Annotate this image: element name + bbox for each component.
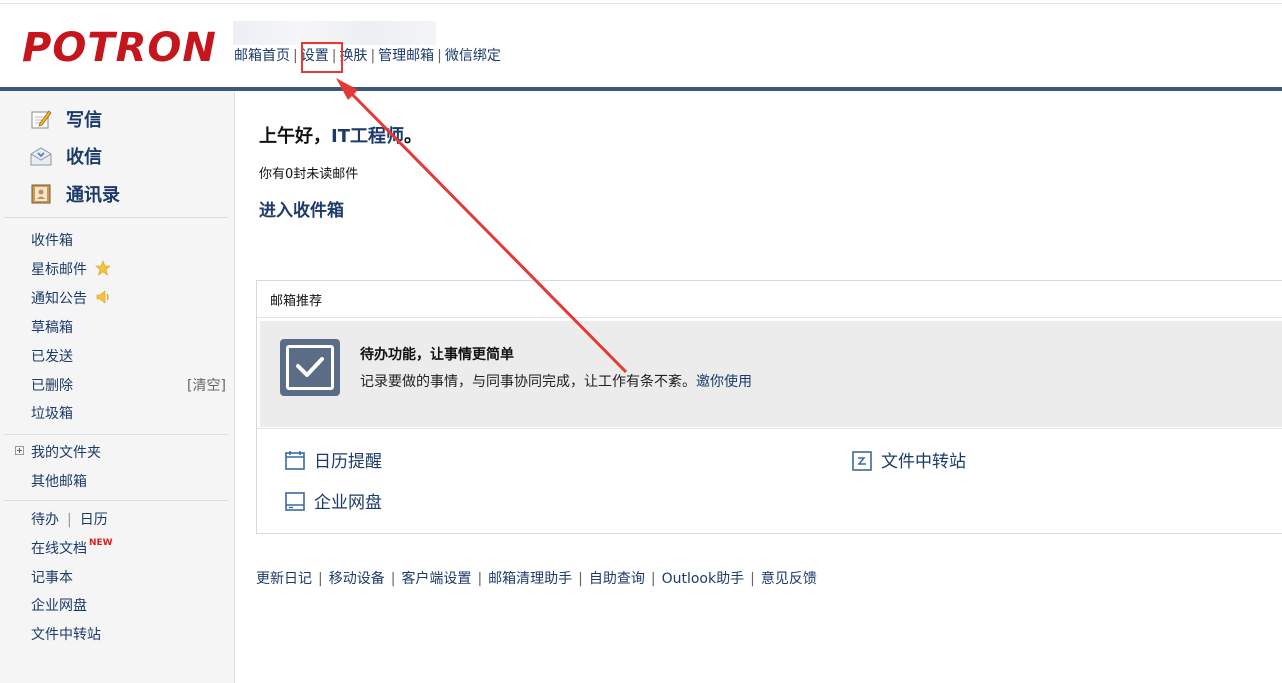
todo-link[interactable]: 待办: [31, 512, 59, 528]
compose-label: 写信: [66, 110, 102, 131]
contacts-label: 通讯录: [66, 185, 120, 206]
sidebar-divider: [4, 500, 228, 501]
unread-count-text: 你有0封未读邮件: [259, 167, 359, 182]
file-transfer-icon: [852, 450, 872, 471]
notes-link[interactable]: 记事本: [31, 568, 73, 588]
folder-spam[interactable]: 垃圾箱: [31, 404, 73, 424]
my-folders[interactable]: 我的文件夹: [31, 443, 101, 463]
folder-inbox[interactable]: 收件箱: [31, 231, 73, 251]
greeting-suffix: 。: [403, 126, 422, 147]
receive-button[interactable]: 收信: [30, 142, 102, 170]
footer-outlook[interactable]: Outlook助手: [662, 571, 745, 587]
receive-mail-icon: [30, 147, 52, 166]
compose-icon: [31, 110, 52, 129]
promo-invite-link[interactable]: 邀你使用: [696, 374, 752, 390]
top-border: [0, 3, 1282, 4]
footer-client-settings[interactable]: 客户端设置: [401, 571, 471, 587]
recommend-panel: 邮箱推荐 待办功能，让事情更简单 记录要做的事情，与同事协同完成，让工作有条不紊…: [256, 280, 1282, 534]
calendar-reminder-link[interactable]: 日历提醒: [284, 447, 382, 472]
footer-links: 更新日记 | 移动设备 | 客户端设置 | 邮箱清理助手 | 自助查询 | Outlook助手 | 意见…: [256, 571, 817, 587]
file-transfer-tool-label: 文件中转站: [881, 452, 966, 472]
file-transfer-tool-link[interactable]: 文件中转站: [851, 447, 966, 472]
promo-desc-text: 记录要做的事情，与同事协同完成，让工作有条不紊。: [360, 374, 696, 390]
calendar-link[interactable]: 日历: [80, 512, 108, 528]
footer-changelog[interactable]: 更新日记: [256, 571, 312, 587]
folder-starred-label: 星标邮件: [31, 262, 87, 278]
greeting-prefix: 上午好，: [259, 126, 331, 147]
nav-mailbox-home[interactable]: 邮箱首页: [234, 48, 290, 64]
main-content: 上午好，IT工程师。 你有0封未读邮件 进入收件箱 邮箱推荐 待办功能，让事情更…: [235, 91, 1282, 683]
clear-deleted-link[interactable]: [清空]: [187, 376, 226, 396]
greeting-name: IT工程师: [331, 126, 404, 147]
calendar-reminder-label: 日历提醒: [314, 452, 382, 472]
compose-button[interactable]: 写信: [30, 105, 102, 133]
folder-starred[interactable]: 星标邮件: [31, 260, 112, 280]
star-icon: [95, 260, 112, 276]
folder-announcements-label: 通知公告: [31, 291, 87, 307]
footer-mobile[interactable]: 移动设备: [329, 571, 385, 587]
top-navigation: 邮箱首页 | 设置 | 换肤 | 管理邮箱 | 微信绑定: [234, 48, 501, 64]
nav-manage-mailbox[interactable]: 管理邮箱: [378, 48, 434, 64]
folder-sent[interactable]: 已发送: [31, 347, 73, 367]
nav-skin[interactable]: 换肤: [339, 48, 367, 64]
footer-self-query[interactable]: 自助查询: [589, 571, 645, 587]
netdisk-link[interactable]: 企业网盘: [31, 596, 87, 616]
sidebar-divider: [4, 434, 228, 435]
calendar-icon: [285, 450, 305, 470]
folder-deleted[interactable]: 已删除: [31, 376, 73, 396]
recommend-header-divider: [257, 317, 1282, 318]
sidebar: 写信 收信 通讯录 收件箱 星标邮件 通知公告 草稿箱 已发送 已删除 [清空]…: [0, 91, 235, 683]
todo-calendar-row: 待办 | 日历: [31, 512, 108, 528]
speaker-icon: [97, 290, 110, 304]
recommend-divider: [257, 428, 1282, 429]
new-badge: NEW: [89, 538, 113, 548]
footer-cleanup[interactable]: 邮箱清理助手: [488, 571, 572, 587]
expand-plus-icon[interactable]: [15, 446, 24, 455]
promo-title: 待办功能，让事情更简单: [360, 347, 514, 363]
todo-promo-banner[interactable]: 待办功能，让事情更简单 记录要做的事情，与同事协同完成，让工作有条不紊。邀你使用: [260, 321, 1282, 427]
go-to-inbox-link[interactable]: 进入收件箱: [259, 196, 344, 221]
online-docs-link[interactable]: 在线文档 NEW: [31, 538, 113, 561]
recommend-title: 邮箱推荐: [270, 294, 323, 309]
online-docs-label: 在线文档: [31, 541, 87, 557]
greeting: 上午好，IT工程师。: [259, 122, 422, 148]
netdisk-tool-link[interactable]: 企业网盘: [284, 488, 382, 513]
sidebar-divider: [4, 217, 228, 218]
settings-highlight-box: [301, 42, 343, 73]
contacts-button[interactable]: 通讯录: [30, 180, 120, 208]
netdisk-icon: [285, 491, 305, 511]
nav-wechat-bind[interactable]: 微信绑定: [445, 48, 501, 64]
folder-announcements[interactable]: 通知公告: [31, 289, 111, 309]
folder-drafts[interactable]: 草稿箱: [31, 318, 73, 338]
footer-feedback[interactable]: 意见反馈: [761, 571, 817, 587]
other-mailbox[interactable]: 其他邮箱: [31, 472, 87, 492]
contacts-book-icon: [31, 184, 51, 204]
receive-label: 收信: [66, 147, 102, 168]
file-transfer-link[interactable]: 文件中转站: [31, 625, 101, 645]
promo-description: 记录要做的事情，与同事协同完成，让工作有条不紊。邀你使用: [360, 371, 752, 391]
netdisk-tool-label: 企业网盘: [314, 493, 382, 513]
checkbox-icon: [280, 339, 340, 396]
potron-logo[interactable]: POTRON: [22, 22, 217, 74]
